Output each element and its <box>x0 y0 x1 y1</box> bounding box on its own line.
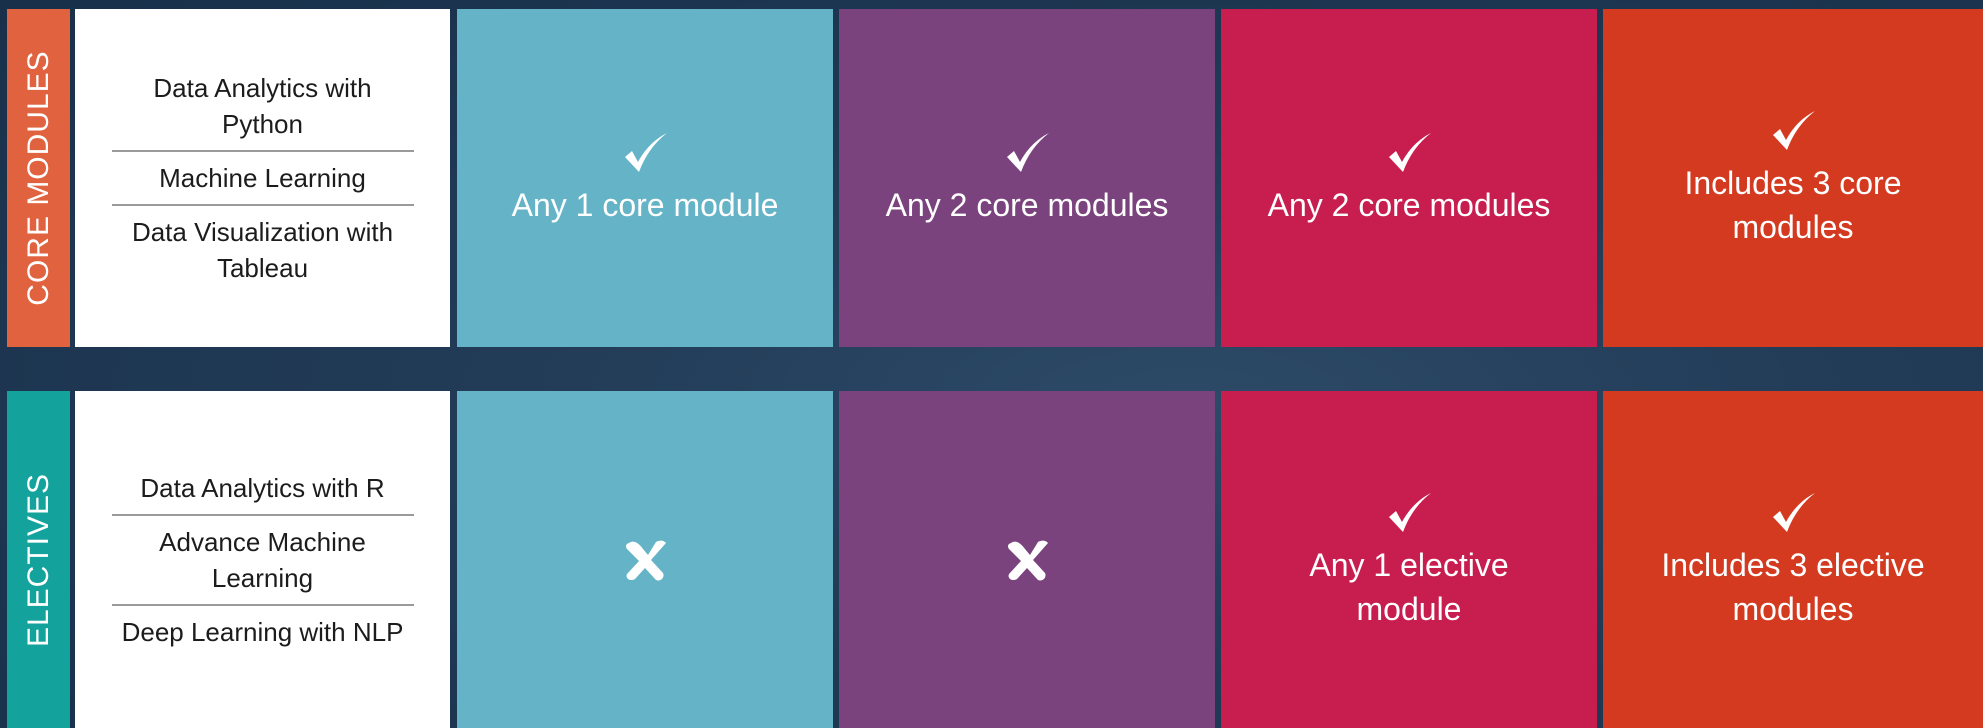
elective-plan-1-cell <box>457 391 833 728</box>
cross-icon <box>625 540 666 580</box>
core-modules-row: CORE MODULES Data Analytics with Python … <box>0 9 1983 347</box>
cell-text: Includes 3 elective modules <box>1661 546 1925 627</box>
cell-text: Any 2 core modules <box>1267 187 1551 223</box>
core-plan-1-cell: Any 1 core module <box>457 9 833 347</box>
core-module-list: Data Analytics with Python Machine Learn… <box>75 9 450 347</box>
core-plan-4-cell: Includes 3 core modules <box>1603 9 1983 347</box>
check-icon <box>1773 111 1815 150</box>
elective-plan-2-cell <box>839 391 1215 728</box>
module-item: Data Analytics with Python <box>153 73 372 139</box>
cell-text: Any 2 core modules <box>885 187 1169 223</box>
electives-tab: ELECTIVES <box>7 391 70 728</box>
core-modules-label: CORE MODULES <box>21 50 55 306</box>
module-item: Machine Learning <box>159 163 366 193</box>
check-icon <box>625 133 667 172</box>
core-modules-tab: CORE MODULES <box>7 9 70 347</box>
module-item: Deep Learning with NLP <box>121 616 404 647</box>
cell-text: Any 1 core module <box>511 187 779 223</box>
check-icon <box>1389 133 1431 172</box>
elective-module-list: Data Analytics with R Advance Machine Le… <box>75 391 450 728</box>
module-item: Data Analytics with R <box>140 472 385 503</box>
module-item: Data Visualization with Tableau <box>131 217 394 283</box>
core-plan-3-cell: Any 2 core modules <box>1221 9 1597 347</box>
cell-text: Includes 3 core modules <box>1684 165 1902 245</box>
elective-plan-3-cell: Any 1 elective module <box>1221 391 1597 728</box>
electives-label: ELECTIVES <box>21 472 55 647</box>
cell-text: Any 1 elective module <box>1309 546 1509 627</box>
cross-icon <box>1007 540 1048 580</box>
elective-plan-4-cell: Includes 3 elective modules <box>1603 391 1983 728</box>
check-icon <box>1773 492 1815 532</box>
module-item: Advance Machine Learning <box>159 526 366 593</box>
check-icon <box>1007 133 1049 172</box>
electives-row: ELECTIVES Data Analytics with R Advance … <box>0 391 1983 728</box>
check-icon <box>1389 492 1431 532</box>
core-plan-2-cell: Any 2 core modules <box>839 9 1215 347</box>
